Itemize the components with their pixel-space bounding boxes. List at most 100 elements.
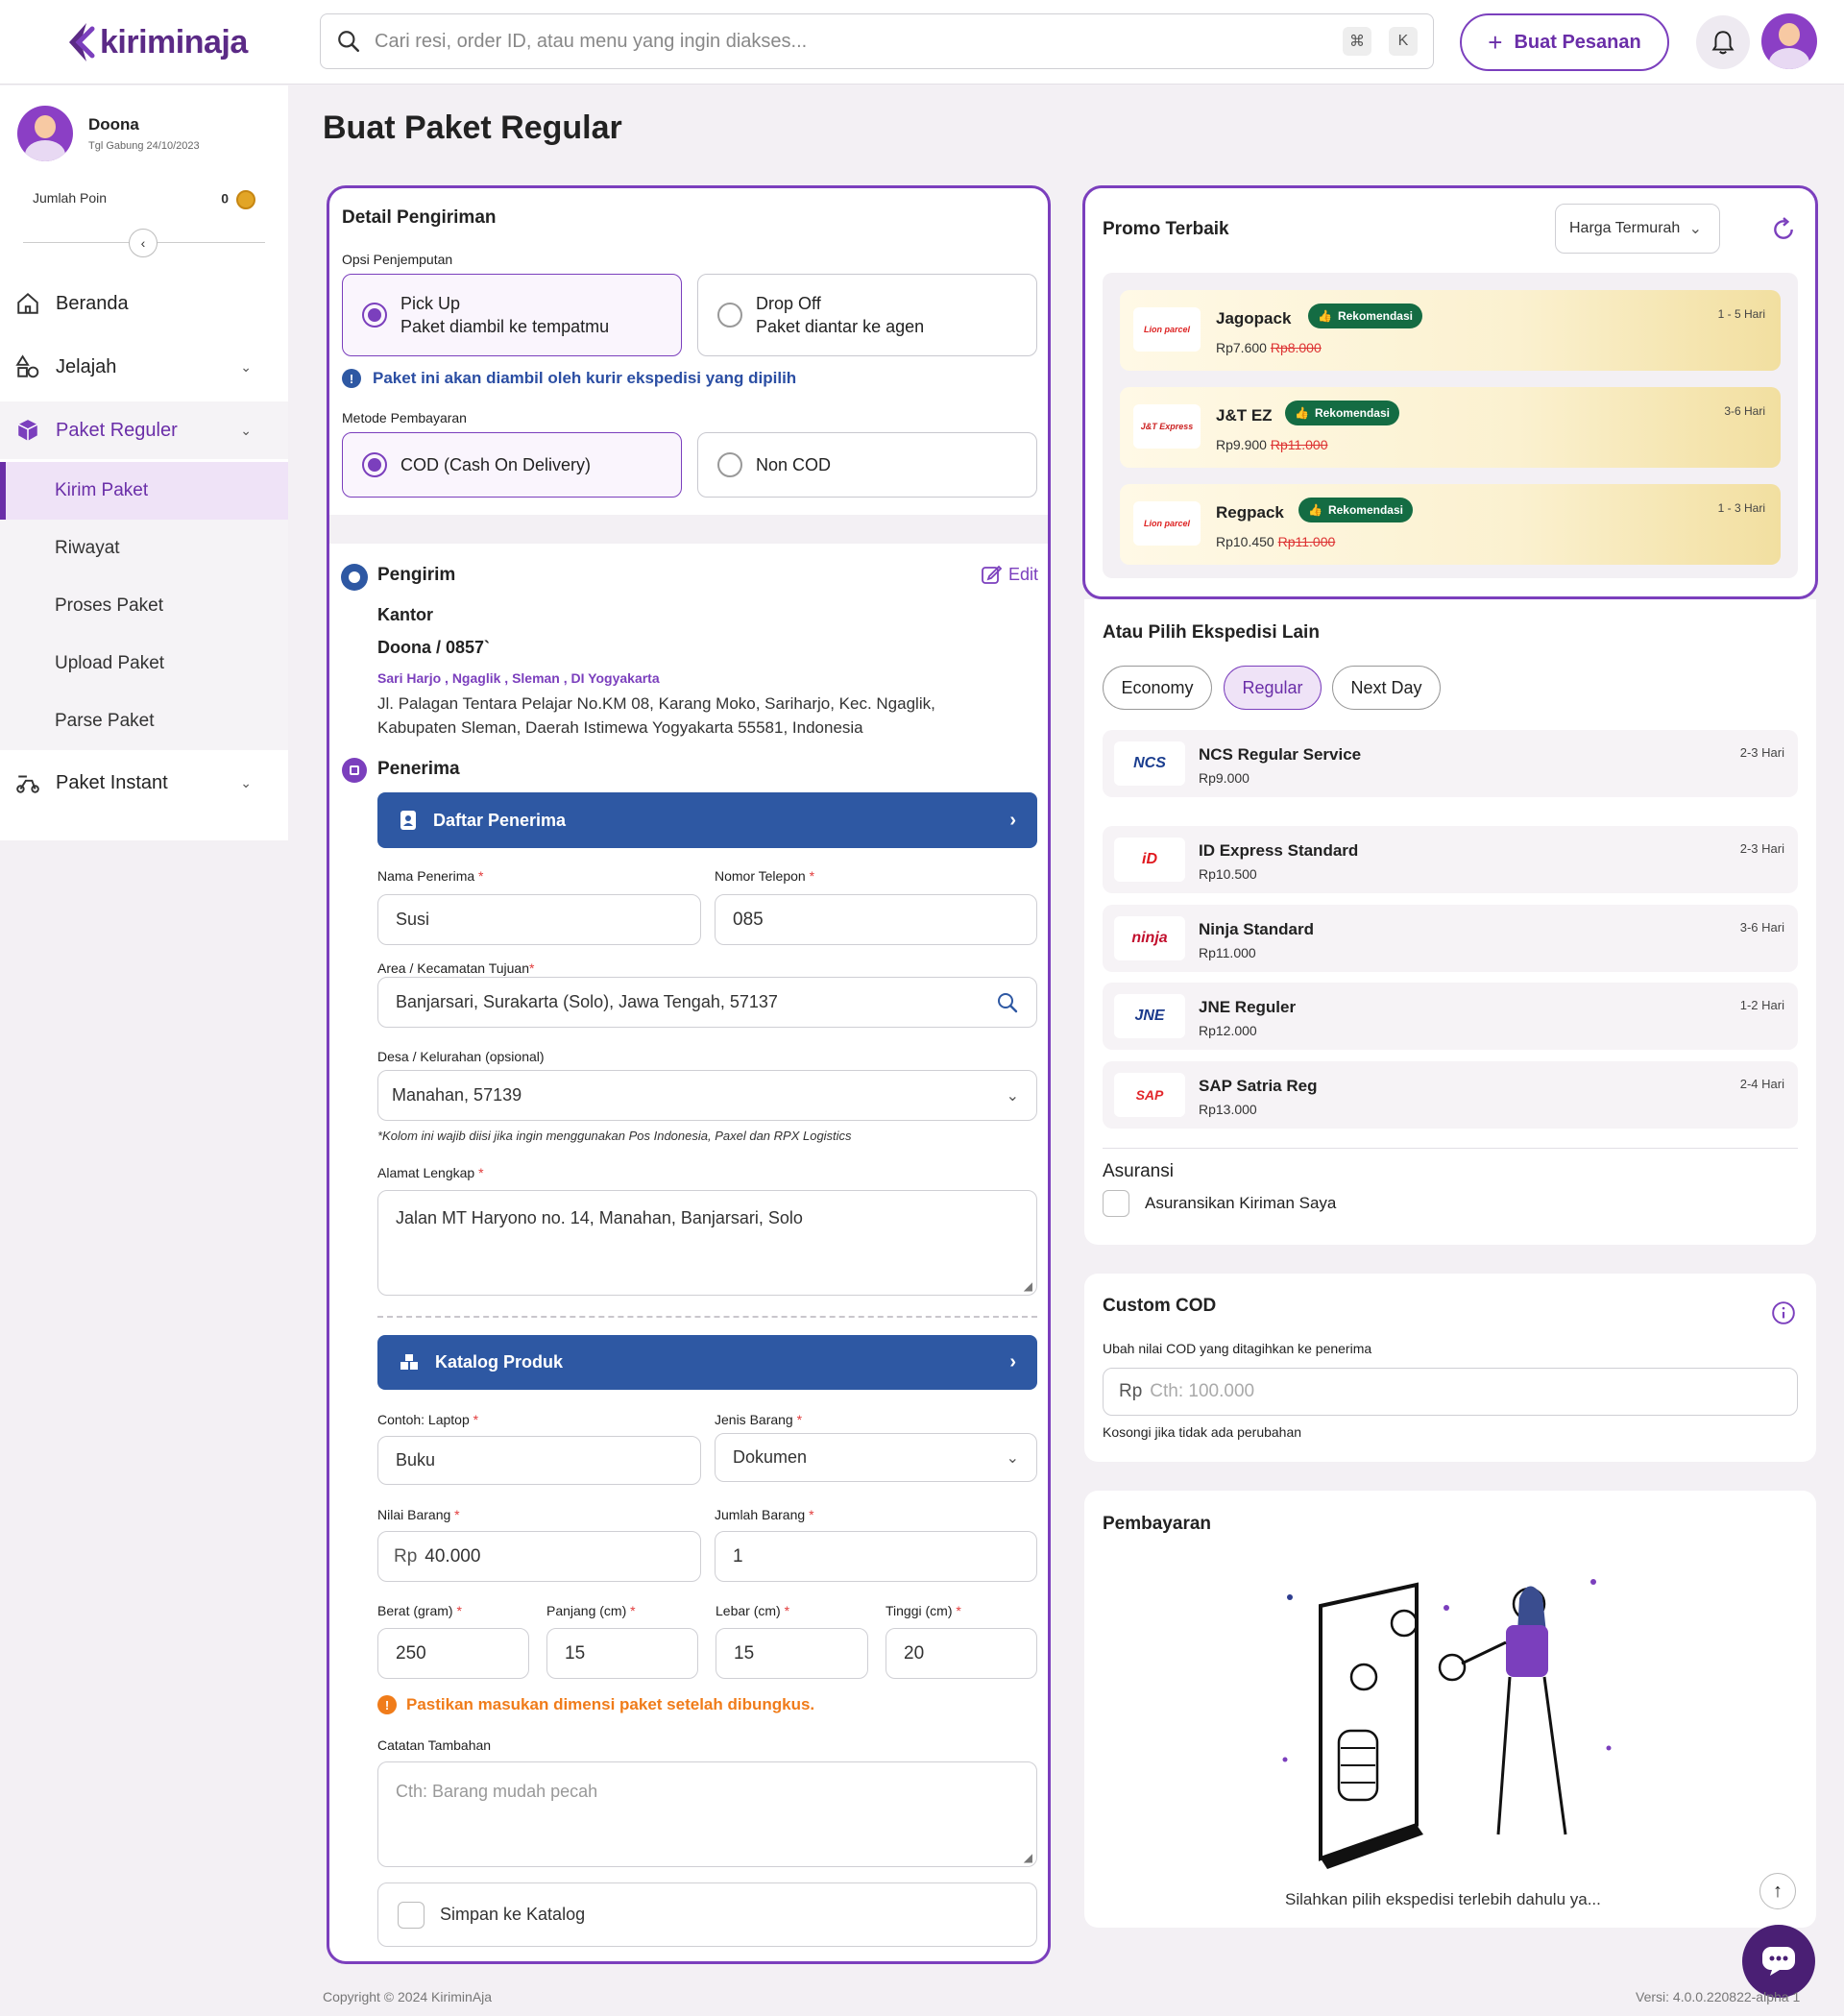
cod-option[interactable]: COD (Cash On Delivery) [342, 432, 682, 498]
chevron-down-icon: ⌄ [240, 422, 252, 438]
courier-logo: Lion parcel [1133, 501, 1201, 546]
price: Rp9.900 [1216, 437, 1267, 452]
sidebar-item-label: Proses Paket [55, 595, 163, 616]
sidebar-item-label: Upload Paket [55, 653, 165, 673]
section-gap [329, 515, 1048, 544]
weight-input[interactable]: 250 [377, 1628, 529, 1679]
receiver-list-button[interactable]: Daftar Penerima › [377, 792, 1037, 848]
tab-next-day[interactable]: Next Day [1332, 666, 1441, 710]
product-catalog-button[interactable]: Katalog Produk › [377, 1335, 1037, 1390]
village-select[interactable]: Manahan, 57139 ⌄ [377, 1070, 1037, 1121]
sidebar-item-beranda[interactable]: Beranda [0, 275, 288, 332]
receiver-name-input[interactable]: Susi [377, 894, 701, 945]
sidebar-subitem-riwayat[interactable]: Riwayat [0, 520, 288, 577]
sidebar-subitem-parse-paket[interactable]: Parse Paket [0, 692, 288, 750]
product-qty-input[interactable]: 1 [715, 1531, 1037, 1582]
select-value: Dokumen [733, 1447, 808, 1467]
input-value: 1 [733, 1545, 743, 1567]
product-type-select[interactable]: Dokumen ⌄ [715, 1433, 1037, 1482]
courier-logo: ninja [1114, 916, 1185, 960]
create-order-button[interactable]: + Buat Pesanan [1460, 13, 1669, 71]
promo-item[interactable]: Lion parcel Regpack 👍 Rekomendasi Rp10.45… [1120, 484, 1781, 565]
height-label: Tinggi (cm) * [886, 1603, 961, 1618]
label-text: Nama Penerima [377, 868, 475, 884]
sidebar-item-jelajah[interactable]: Jelajah ⌄ [0, 338, 288, 396]
promo-item[interactable]: J&T Express J&T EZ 👍 Rekomendasi Rp9.900 … [1120, 387, 1781, 468]
promo-sort-select[interactable]: Harga Termurah ⌄ [1555, 204, 1720, 254]
tab-economy[interactable]: Economy [1103, 666, 1212, 710]
notification-button[interactable] [1696, 15, 1750, 69]
courier-logo: SAP [1114, 1073, 1185, 1117]
contact-book-icon [400, 811, 416, 830]
dropoff-option[interactable]: Drop Off Paket diantar ke agen [697, 274, 1037, 356]
info-icon[interactable] [1771, 1300, 1796, 1325]
user-profile[interactable]: Doona Tgl Gabung 24/10/2023 [17, 106, 200, 161]
area-input[interactable]: Banjarsari, Surakarta (Solo), Jawa Tenga… [377, 977, 1037, 1028]
resize-handle-icon[interactable]: ◢ [1024, 1279, 1032, 1293]
tab-regular[interactable]: Regular [1224, 666, 1322, 710]
width-input[interactable]: 15 [716, 1628, 868, 1679]
product-value-input[interactable]: Rp 40.000 [377, 1531, 701, 1582]
sidebar-subitem-kirim-paket[interactable]: Kirim Paket [0, 462, 288, 520]
copyright: Copyright © 2024 KiriminAja [323, 1989, 493, 2004]
promo-title: Promo Terbaik [1103, 219, 1229, 239]
checkbox-icon[interactable] [398, 1901, 425, 1929]
promo-price: Rp9.900 Rp11.000 [1216, 437, 1328, 452]
promo-item[interactable]: Lion parcel Jagopack 👍 Rekomendasi Rp7.60… [1120, 290, 1781, 371]
checkbox-icon[interactable] [1103, 1190, 1129, 1217]
insurance-checkbox[interactable]: Asuransikan Kiriman Saya [1103, 1190, 1336, 1217]
cod-desc: Ubah nilai COD yang ditagihkan ke peneri… [1103, 1341, 1372, 1356]
search-icon[interactable] [996, 991, 1019, 1014]
dimension-warning: ! Pastikan masukan dimensi paket setelah… [377, 1695, 814, 1714]
expedition-item[interactable]: SAP SAP Satria Reg Rp13.000 2-4 Hari [1103, 1061, 1798, 1129]
sidebar-subitem-proses-paket[interactable]: Proses Paket [0, 577, 288, 635]
refresh-icon[interactable] [1771, 217, 1796, 242]
kiriminaja-logo[interactable]: kiriminaja [63, 21, 248, 63]
create-order-label: Buat Pesanan [1514, 31, 1641, 53]
scroll-top-button[interactable]: ↑ [1759, 1873, 1796, 1909]
option-desc: Paket diantar ke agen [756, 317, 925, 336]
expedition-price: Rp12.000 [1199, 1023, 1257, 1038]
info-icon: ! [342, 369, 361, 388]
search-input[interactable]: Cari resi, order ID, atau menu yang ingi… [320, 13, 1434, 69]
avatar[interactable] [1761, 13, 1817, 69]
save-catalog-checkbox[interactable]: Simpan ke Katalog [377, 1882, 1037, 1947]
courier-logo: JNE [1114, 994, 1185, 1038]
detail-title: Detail Pengiriman [342, 207, 497, 228]
sidebar-item-label: Paket Instant [56, 771, 168, 793]
edit-sender-button[interactable]: Edit [980, 563, 1038, 586]
expedition-item[interactable]: NCS NCS Regular Service Rp9.000 2-3 Hari [1103, 730, 1798, 797]
cod-input[interactable]: Rp Cth: 100.000 [1103, 1368, 1798, 1416]
command-key-icon: ⌘ [1343, 27, 1371, 56]
chat-button[interactable] [1742, 1925, 1815, 1998]
expedition-item[interactable]: iD ID Express Standard Rp10.500 2-3 Hari [1103, 826, 1798, 893]
product-name-input[interactable]: Buku [377, 1436, 701, 1485]
sidebar-item-paket-instant[interactable]: Paket Instant ⌄ [0, 754, 288, 812]
expedition-name: Ninja Standard [1199, 920, 1314, 938]
courier-logo: J&T Express [1133, 404, 1201, 449]
expedition-item[interactable]: JNE JNE Reguler Rp12.000 1-2 Hari [1103, 983, 1798, 1050]
sender-address: Jl. Palagan Tentara Pelajar No.KM 08, Ka… [377, 694, 935, 737]
option-title: Pick Up [400, 294, 461, 313]
resize-handle-icon[interactable]: ◢ [1024, 1851, 1032, 1864]
length-label: Panjang (cm) * [546, 1603, 636, 1618]
receiver-phone-input[interactable]: 085 [715, 894, 1037, 945]
sidebar-subitem-upload-paket[interactable]: Upload Paket [0, 635, 288, 692]
sidebar-item-paket-reguler[interactable]: Paket Reguler ⌄ [0, 401, 288, 459]
badge-label: Rekomendasi [1314, 406, 1390, 420]
note-textarea[interactable]: Cth: Barang mudah pecah ◢ [377, 1761, 1037, 1867]
sidebar-item-label: Riwayat [55, 538, 120, 558]
other-title: Atau Pilih Ekspedisi Lain [1103, 622, 1320, 643]
village-note: *Kolom ini wajib diisi jika ingin menggu… [377, 1129, 852, 1143]
pickup-label: Opsi Penjemputan [342, 252, 453, 267]
pickup-option[interactable]: Pick Up Paket diambil ke tempatmu [342, 274, 682, 356]
height-input[interactable]: 20 [886, 1628, 1037, 1679]
length-input[interactable]: 15 [546, 1628, 698, 1679]
non-cod-option[interactable]: Non COD [697, 432, 1037, 498]
sender-title: Pengirim [377, 565, 456, 585]
old-price: Rp11.000 [1277, 534, 1336, 549]
collapse-sidebar-button[interactable]: ‹ [129, 229, 158, 257]
promo-price: Rp10.450 Rp11.000 [1216, 534, 1335, 549]
expedition-item[interactable]: ninja Ninja Standard Rp11.000 3-6 Hari [1103, 905, 1798, 972]
address-textarea[interactable]: Jalan MT Haryono no. 14, Manahan, Banjar… [377, 1190, 1037, 1296]
